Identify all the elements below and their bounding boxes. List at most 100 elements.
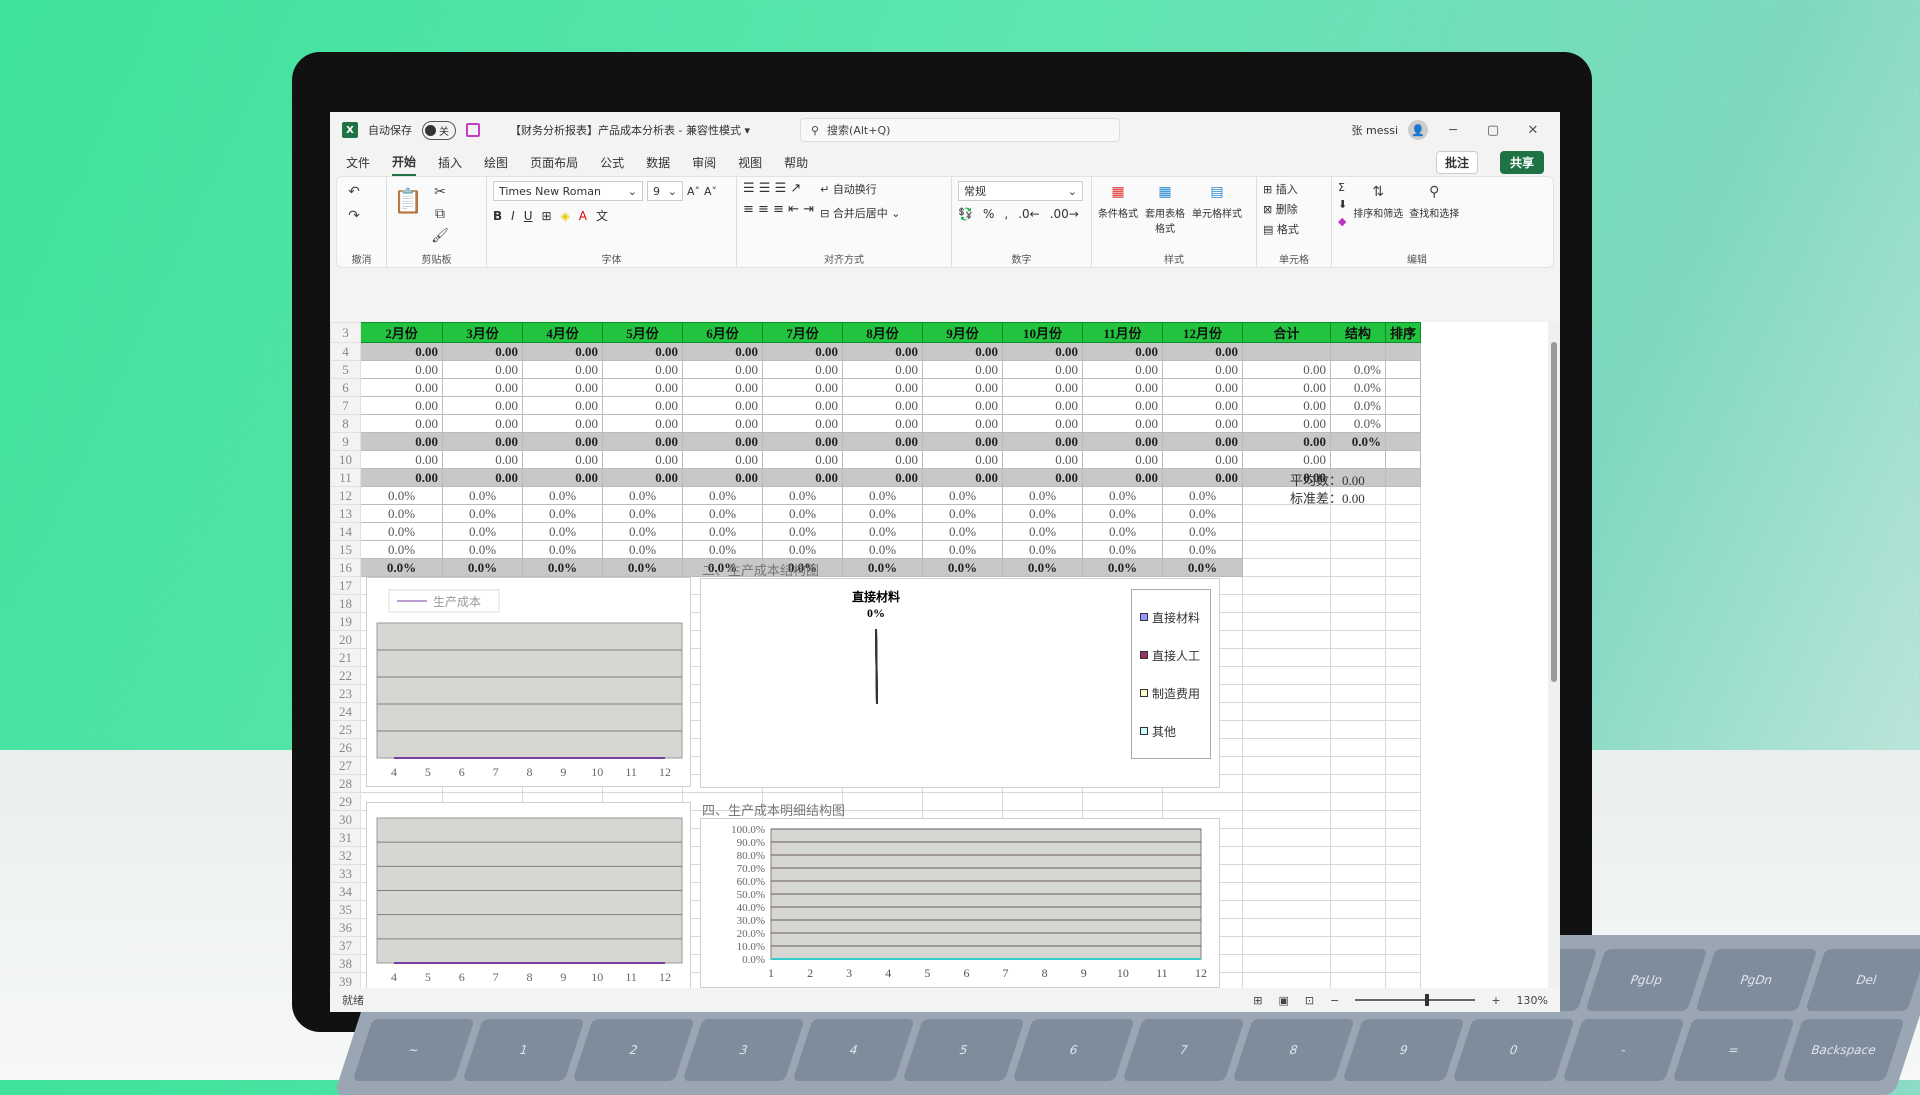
row-header[interactable]: 13 (330, 504, 361, 523)
font-name-select[interactable]: Times New Roman ⌄ (493, 181, 643, 201)
number-format-select[interactable]: 常规 ⌄ (958, 181, 1083, 201)
cell[interactable] (1242, 900, 1331, 919)
cell[interactable]: 0.0% (602, 540, 683, 559)
cut-icon[interactable]: ✂ (429, 181, 451, 203)
column-header-cell[interactable]: 2月份 (360, 322, 443, 343)
percent-icon[interactable]: % (983, 207, 994, 221)
cell[interactable] (1384, 612, 1422, 631)
cell[interactable] (1330, 630, 1386, 649)
cell[interactable]: 0.00 (1082, 396, 1163, 415)
orientation-icon[interactable]: ↗ (790, 181, 801, 196)
cell[interactable]: 0.0% (922, 522, 1003, 541)
minimize-button[interactable]: ─ (1438, 123, 1468, 138)
column-header-cell[interactable]: 4月份 (522, 322, 603, 343)
cell[interactable]: 0.0% (1002, 558, 1083, 577)
cell[interactable] (1384, 414, 1422, 433)
tab-9[interactable]: 帮助 (784, 150, 808, 175)
cell[interactable]: 0.0% (442, 522, 523, 541)
row-header[interactable]: 33 (330, 864, 361, 883)
autosave-toggle[interactable]: 关 (422, 120, 456, 140)
column-header-cell[interactable]: 结构 (1330, 322, 1386, 343)
cell[interactable]: 0.00 (842, 342, 923, 361)
cell[interactable] (1384, 900, 1422, 919)
cell[interactable]: 0.00 (842, 468, 923, 487)
cell[interactable]: 0.0% (1082, 540, 1163, 559)
copy-icon[interactable]: ⧉ (429, 203, 451, 225)
row-header[interactable]: 39 (330, 972, 361, 988)
column-header-cell[interactable]: 6月份 (682, 322, 763, 343)
cell[interactable]: 0.0% (762, 540, 843, 559)
cell[interactable] (1242, 702, 1331, 721)
cell[interactable]: 0.0% (360, 540, 443, 559)
cell[interactable]: 0.00 (682, 414, 763, 433)
tab-3[interactable]: 绘图 (484, 150, 508, 175)
row-header[interactable]: 36 (330, 918, 361, 937)
cell[interactable] (1330, 702, 1386, 721)
cell[interactable] (1384, 630, 1422, 649)
cell[interactable]: 0.00 (842, 396, 923, 415)
delete-cells-button[interactable]: ⊠ 删除 (1263, 201, 1298, 217)
redo-icon[interactable]: ↷ (343, 205, 365, 227)
cell[interactable]: 0.0% (1002, 486, 1083, 505)
cell[interactable]: 0.0% (442, 504, 523, 523)
cell[interactable]: 0.00 (442, 360, 523, 379)
clear-icon[interactable]: ◆ (1338, 215, 1347, 228)
cell[interactable]: 0.0% (360, 504, 443, 523)
cell[interactable] (1330, 846, 1386, 865)
cell[interactable] (1330, 576, 1386, 595)
cell[interactable]: 0.00 (922, 414, 1003, 433)
cell[interactable]: 0.00 (1082, 414, 1163, 433)
row-header[interactable]: 34 (330, 882, 361, 901)
insert-cells-button[interactable]: ⊞ 插入 (1263, 181, 1298, 197)
cell[interactable]: 0.00 (602, 414, 683, 433)
cell[interactable]: 0.0% (360, 558, 443, 577)
cell[interactable] (1384, 486, 1422, 505)
cell[interactable]: 0.00 (682, 468, 763, 487)
cell[interactable] (1242, 954, 1331, 973)
row-header[interactable]: 30 (330, 810, 361, 829)
cell[interactable]: 0.00 (842, 360, 923, 379)
cell[interactable] (1242, 648, 1331, 667)
cell[interactable]: 0.0% (1330, 414, 1386, 433)
cell[interactable]: 0.0% (922, 486, 1003, 505)
cell[interactable] (1384, 432, 1422, 451)
cell[interactable]: 0.00 (602, 468, 683, 487)
cell[interactable]: 0.0% (762, 486, 843, 505)
fill-icon[interactable]: ⬇ (1338, 198, 1347, 211)
cell[interactable] (1384, 522, 1422, 541)
cell[interactable]: 0.0% (1002, 522, 1083, 541)
cell[interactable]: 0.0% (1002, 504, 1083, 523)
cell[interactable] (1384, 504, 1422, 523)
cell[interactable] (1384, 882, 1422, 901)
cell[interactable] (1384, 810, 1422, 829)
increase-font-icon[interactable]: A˄ (687, 185, 700, 198)
align-left-icon[interactable]: ≡ (743, 202, 754, 217)
cell[interactable]: 0.00 (762, 432, 843, 451)
row-header[interactable]: 28 (330, 774, 361, 793)
cell[interactable] (1330, 540, 1386, 559)
pie-legend[interactable]: 直接材料 直接人工 制造费用 其他 (1131, 589, 1211, 759)
cell[interactable]: 0.00 (522, 450, 603, 469)
cell[interactable]: 0.0% (602, 522, 683, 541)
cell[interactable] (1330, 972, 1386, 988)
cell[interactable]: 0.0% (1330, 360, 1386, 379)
cell[interactable]: 0.0% (360, 522, 443, 541)
cell[interactable]: 0.00 (1242, 450, 1331, 469)
column-header-cell[interactable]: 3月份 (442, 322, 523, 343)
cell[interactable] (1384, 342, 1422, 361)
comment-button[interactable]: 批注 (1435, 150, 1478, 174)
row-header[interactable]: 19 (330, 612, 361, 631)
row-header[interactable]: 32 (330, 846, 361, 865)
cell[interactable]: 0.00 (1002, 360, 1083, 379)
cell[interactable]: 0.00 (522, 342, 603, 361)
cell[interactable]: 0.00 (1242, 414, 1331, 433)
cell[interactable] (1330, 954, 1386, 973)
cell[interactable] (1242, 342, 1331, 361)
row-header[interactable]: 38 (330, 954, 361, 973)
cell[interactable] (922, 792, 1003, 811)
cell[interactable]: 0.00 (682, 378, 763, 397)
cell[interactable]: 0.00 (1162, 396, 1243, 415)
zoom-level[interactable]: 130% (1517, 994, 1548, 1007)
cell[interactable]: 0.00 (1162, 468, 1243, 487)
normal-view-icon[interactable]: ⊞ (1253, 994, 1262, 1007)
